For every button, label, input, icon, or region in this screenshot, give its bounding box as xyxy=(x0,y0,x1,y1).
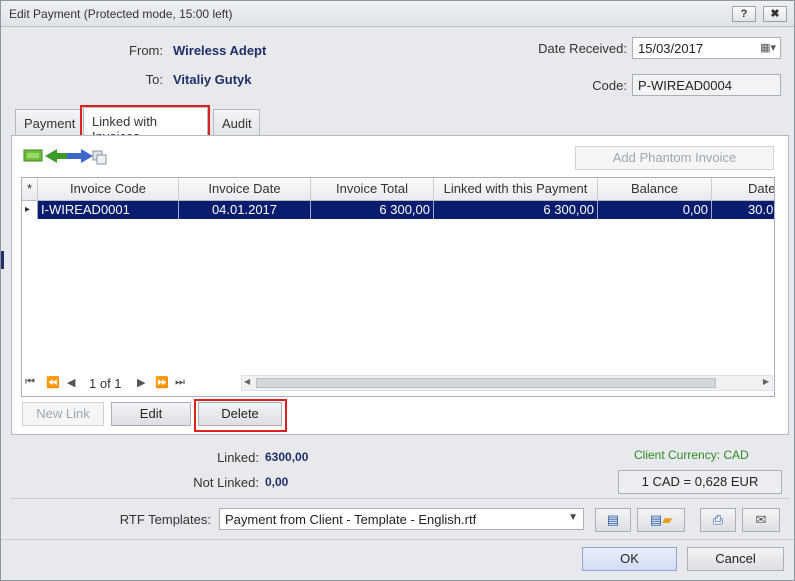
column-balance[interactable]: Balance xyxy=(598,178,712,201)
chevron-down-icon[interactable]: ▼ xyxy=(568,512,578,523)
document-open-icon: ▤▰ xyxy=(649,512,673,527)
close-button[interactable]: ✖ xyxy=(763,6,787,22)
not-linked-value: 0,00 xyxy=(265,475,289,489)
to-value: Vitaliy Gutyk xyxy=(173,72,252,87)
link-invoices-icon xyxy=(23,149,107,165)
row-marker-header: * xyxy=(22,178,38,201)
not-linked-label: Not Linked: xyxy=(193,475,259,490)
scroll-thumb[interactable] xyxy=(256,378,716,388)
column-invoice-date[interactable]: Invoice Date xyxy=(179,178,311,201)
invoices-grid[interactable]: * Invoice Code Invoice Date Invoice Tota… xyxy=(21,177,775,397)
row-marker-icon: ▸ xyxy=(22,201,38,219)
rtf-templates-label: RTF Templates: xyxy=(119,512,211,527)
code-label: Code: xyxy=(592,78,627,93)
cell-invoice-total[interactable]: 6 300,00 xyxy=(311,201,434,219)
help-button[interactable]: ? xyxy=(732,6,756,22)
tab-linked-with-invoices[interactable]: Linked with Invoices xyxy=(83,107,208,144)
view-template-button[interactable]: ▤ xyxy=(595,508,631,532)
rtf-template-value: Payment from Client - Template - English… xyxy=(225,512,477,527)
envelope-icon: ✉ xyxy=(755,512,767,527)
page-indicator: 1 of 1 xyxy=(89,376,122,391)
cancel-button[interactable]: Cancel xyxy=(687,547,784,571)
cell-invoice-date[interactable]: 04.01.2017 xyxy=(179,201,311,219)
code-field[interactable]: P-WIREAD0004 xyxy=(632,74,781,96)
first-page-icon[interactable]: ⏮ xyxy=(25,376,35,389)
last-page-icon[interactable]: ⏭ xyxy=(175,376,185,389)
exchange-rate-field[interactable]: 1 CAD = 0,628 EUR xyxy=(618,470,782,494)
document-view-icon: ▤ xyxy=(606,512,620,527)
code-value: P-WIREAD0004 xyxy=(638,78,732,93)
email-button[interactable]: ✉ xyxy=(742,508,780,532)
rtf-template-select[interactable]: Payment from Client - Template - English… xyxy=(219,508,584,530)
column-date[interactable]: Date xyxy=(712,178,774,201)
print-button[interactable]: ⎙ xyxy=(700,508,736,532)
client-currency-label: Client Currency: CAD xyxy=(634,448,749,462)
date-received-value: 15/03/2017 xyxy=(638,41,704,56)
add-phantom-invoice-button[interactable]: Add Phantom Invoice xyxy=(575,146,774,170)
from-value: Wireless Adept xyxy=(173,43,267,58)
scroll-left-icon[interactable]: ◀ xyxy=(244,377,250,386)
delete-button[interactable]: Delete xyxy=(198,402,282,426)
from-label: From: xyxy=(129,43,163,58)
date-received-field[interactable]: 15/03/2017 ▦▾ xyxy=(632,37,781,59)
ok-button[interactable]: OK xyxy=(582,547,677,571)
date-received-label: Date Received: xyxy=(538,41,627,56)
calendar-dropdown-icon[interactable]: ▦▾ xyxy=(760,41,776,54)
column-invoice-total[interactable]: Invoice Total xyxy=(311,178,434,201)
cell-balance[interactable]: 0,00 xyxy=(598,201,712,219)
prev-group-icon[interactable]: ⏪ xyxy=(46,376,60,389)
edit-button[interactable]: Edit xyxy=(111,402,191,426)
open-template-button[interactable]: ▤▰ xyxy=(637,508,685,532)
linked-value: 6300,00 xyxy=(265,450,309,464)
horizontal-scrollbar[interactable]: ◀ ▶ xyxy=(241,375,773,391)
edit-payment-dialog: Edit Payment (Protected mode, 15:00 left… xyxy=(0,0,795,581)
cell-invoice-code[interactable]: I-WIREAD0001 xyxy=(38,201,179,219)
new-link-button[interactable]: New Link xyxy=(22,402,104,426)
to-label: To: xyxy=(145,72,163,87)
prev-page-icon[interactable]: ◀ xyxy=(67,376,75,389)
linked-label: Linked: xyxy=(217,450,259,465)
tab-audit[interactable]: Audit xyxy=(213,109,260,135)
next-page-icon[interactable]: ▶ xyxy=(137,376,145,389)
title-bar: Edit Payment (Protected mode, 15:00 left… xyxy=(1,1,794,27)
tab-payment[interactable]: Payment xyxy=(15,109,81,135)
divider xyxy=(11,498,789,499)
table-row[interactable]: ▸ I-WIREAD0001 04.01.2017 6 300,00 6 300… xyxy=(22,201,774,219)
scroll-right-icon[interactable]: ▶ xyxy=(763,377,769,386)
background-window-edge xyxy=(1,251,4,269)
cell-linked-amount[interactable]: 6 300,00 xyxy=(434,201,598,219)
footer-divider xyxy=(1,539,794,540)
column-invoice-code[interactable]: Invoice Code xyxy=(38,178,179,201)
printer-icon: ⎙ xyxy=(712,512,724,527)
grid-pager: ⏮ ⏪ ◀ 1 of 1 ▶ ⏩ ⏭ xyxy=(21,373,246,395)
cell-due-date[interactable]: 30.01 xyxy=(712,201,774,219)
next-group-icon[interactable]: ⏩ xyxy=(155,376,169,389)
window-title: Edit Payment (Protected mode, 15:00 left… xyxy=(9,7,233,21)
grid-header: * Invoice Code Invoice Date Invoice Tota… xyxy=(22,178,774,201)
column-linked-with-payment[interactable]: Linked with this Payment xyxy=(434,178,598,201)
